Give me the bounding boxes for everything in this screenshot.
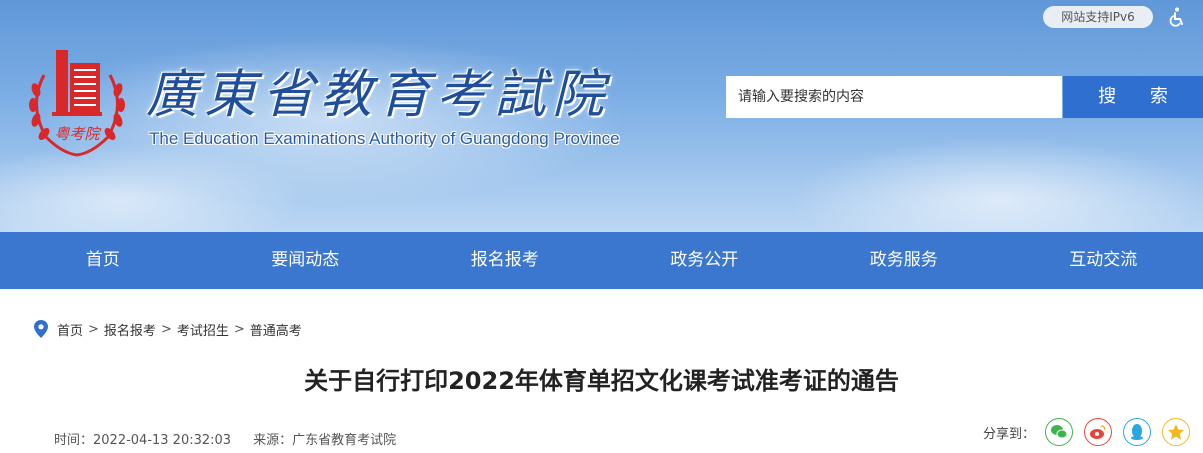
nav-item-home[interactable]: 首页: [0, 232, 205, 289]
qzone-icon[interactable]: [1162, 418, 1191, 446]
share-bar: 分享到：: [983, 418, 1201, 446]
breadcrumb-separator: >: [88, 321, 99, 337]
weibo-icon[interactable]: [1084, 418, 1113, 446]
breadcrumb: 首页 > 报名报考 > 考试招生 > 普通高考: [34, 319, 302, 339]
nav-item-news[interactable]: 要闻动态: [205, 232, 405, 289]
main-nav: 首页 要闻动态 报名报考 政务公开 政务服务 互动交流: [0, 232, 1203, 289]
accessibility-icon[interactable]: [1166, 6, 1188, 28]
article-source: 来源：广东省教育考试院: [253, 433, 397, 448]
article-meta: 时间：2022-04-13 20:32:03 来源：广东省教育考试院: [54, 429, 396, 448]
breadcrumb-separator: >: [233, 321, 245, 337]
wechat-icon[interactable]: [1045, 418, 1074, 446]
article-content: 首页 > 报名报考 > 考试招生 > 普通高考 关于自行打印2022年体育单招文…: [0, 289, 1203, 453]
breadcrumb-exam-enrollment[interactable]: 考试招生: [177, 320, 229, 339]
share-label: 分享到：: [983, 426, 1036, 442]
location-pin-icon: [34, 320, 48, 338]
breadcrumb-home[interactable]: 首页: [57, 320, 83, 339]
ipv6-badge[interactable]: 网站支持IPv6: [1043, 6, 1153, 28]
breadcrumb-separator: >: [160, 321, 172, 337]
site-title: 廣東省教育考試院: [146, 65, 611, 125]
logo-emblem[interactable]: 粤考院: [24, 45, 130, 160]
search-input[interactable]: 请输入要搜索的内容: [726, 76, 1062, 118]
qq-icon[interactable]: [1123, 418, 1152, 446]
search-button[interactable]: 搜 索: [1063, 76, 1203, 118]
breadcrumb-registration[interactable]: 报名报考: [104, 320, 156, 339]
publish-time: 时间：2022-04-13 20:32:03: [54, 433, 232, 448]
breadcrumb-gaokao[interactable]: 普通高考: [250, 320, 302, 339]
article-title: 关于自行打印2022年体育单招文化课考试准考证的通告: [304, 367, 899, 395]
nav-item-gov-affairs[interactable]: 政务公开: [604, 232, 804, 289]
logo-text: 粤考院: [54, 125, 101, 143]
nav-item-interaction[interactable]: 互动交流: [1003, 232, 1203, 289]
site-header: 网站支持IPv6 粤考院 廣東省教育考試院 The Education Exam…: [0, 0, 1203, 232]
site-subtitle: The Education Examinations Authority of …: [149, 129, 620, 148]
nav-item-registration[interactable]: 报名报考: [405, 232, 605, 289]
nav-item-gov-services[interactable]: 政务服务: [804, 232, 1004, 289]
